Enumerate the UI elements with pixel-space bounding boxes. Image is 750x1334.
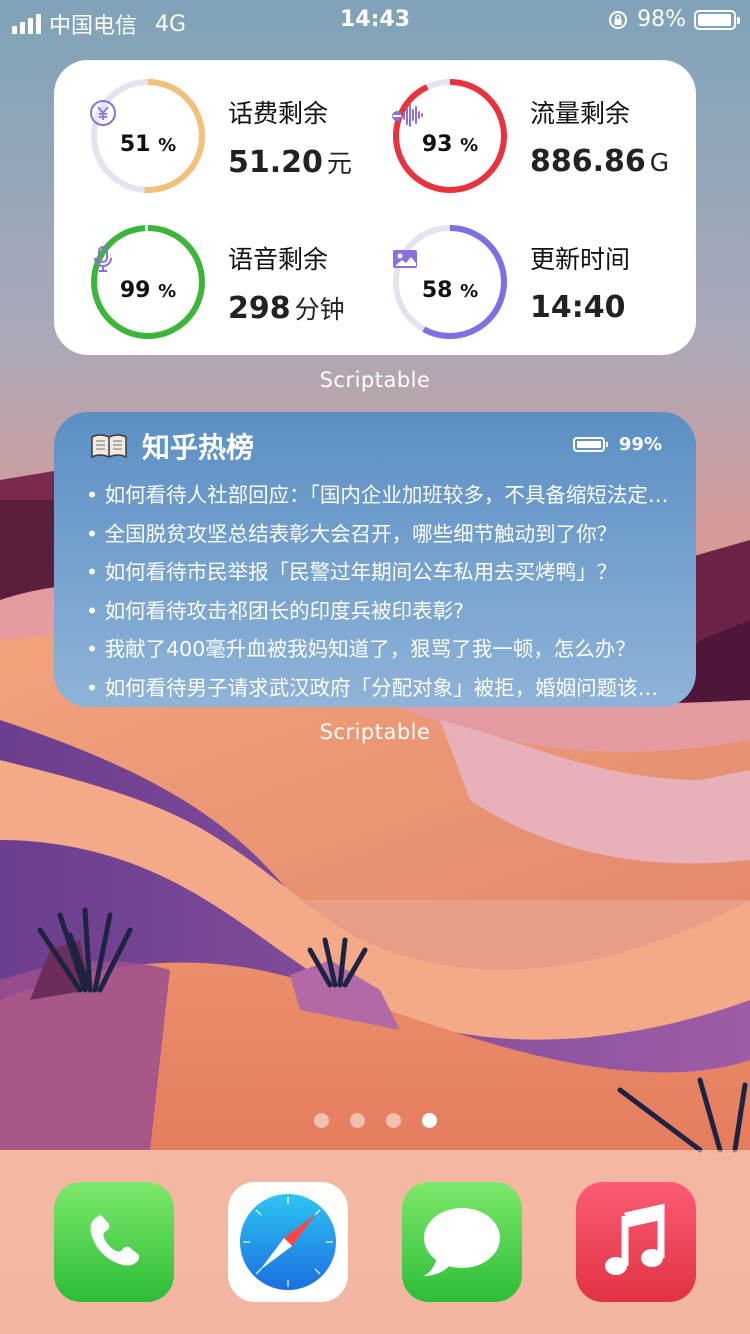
- voice-label: 语音剩余: [228, 245, 329, 274]
- balance-cell: 51 % 话费剩余 51.20 元: [88, 76, 388, 206]
- battery-percent: 98%: [637, 7, 686, 32]
- zhihu-hot-list-widget[interactable]: 知乎热榜 99% • 如何看待人社部回应：「国内企业加班较多，不具备缩短法定工作…: [54, 412, 696, 707]
- voice-value: 298: [228, 291, 291, 326]
- balance-label: 话费剩余: [228, 99, 329, 128]
- voice-percent: 99: [119, 278, 151, 303]
- music-note-icon: [605, 1203, 665, 1275]
- battery-icon: [694, 9, 740, 30]
- hot-list-item[interactable]: • 如何看待攻击祁团长的印度兵被印表彰?: [86, 592, 676, 631]
- page-indicator[interactable]: [0, 1113, 750, 1128]
- hot-list-item[interactable]: • 我献了400毫升血被我妈知道了，狠骂了我一顿，怎么办？: [86, 630, 676, 669]
- data-traffic-ring: 93 %: [390, 76, 510, 196]
- waveform-icon: [392, 103, 423, 127]
- status-bar: 中国电信 4G 14:43 98%: [0, 0, 750, 40]
- phone-app[interactable]: [54, 1182, 174, 1302]
- speech-bubble-icon: [423, 1208, 500, 1276]
- update-percent-sign: %: [460, 281, 479, 302]
- yen-icon: [90, 100, 116, 126]
- zhihu-title: 知乎热榜: [142, 431, 255, 464]
- hot-list-item[interactable]: • 如何看待人社部回应：「国内企业加班较多，不具备缩短法定工作时间的条件」？: [86, 476, 676, 515]
- phone-icon: [90, 1215, 139, 1266]
- zhihu-widget-caption: Scriptable: [319, 720, 431, 744]
- page-dot[interactable]: [385, 1113, 401, 1128]
- book-icon: [91, 434, 127, 459]
- compass-icon: [240, 1194, 336, 1290]
- balance-ring: 51 %: [88, 76, 208, 196]
- update-percent: 58: [421, 278, 453, 303]
- messages-app[interactable]: [402, 1182, 522, 1302]
- page-dot[interactable]: [349, 1113, 365, 1128]
- update-time-cell: 58 % 更新时间 14:40: [390, 222, 690, 352]
- hot-list-item[interactable]: • 全国脱贫攻坚总结表彰大会召开，哪些细节触动到了你？: [86, 515, 676, 554]
- voice-cell: 99 % 语音剩余 298 分钟: [88, 222, 388, 352]
- data-traffic-cell: 93 % 流量剩余 886.86 G: [390, 76, 690, 206]
- update-time-label: 更新时间: [530, 245, 631, 274]
- balance-value: 51.20: [228, 145, 323, 180]
- hot-list: • 如何看待人社部回应：「国内企业加班较多，不具备缩短法定工作时间的条件」？ •…: [86, 476, 676, 707]
- carrier-data-widget[interactable]: 51 % 话费剩余 51.20 元 93 % 流量剩余 886.86 G 99 …: [54, 60, 696, 355]
- orientation-lock-icon: [609, 10, 628, 29]
- microphone-icon: [94, 246, 112, 272]
- safari-app[interactable]: [228, 1182, 348, 1302]
- hot-list-item[interactable]: • 如何看待男子请求武汉政府「分配对象」被拒，婚姻问题该由政府解决吗？: [86, 669, 676, 708]
- battery-icon: [572, 437, 608, 452]
- zhihu-battery-percent: 99%: [618, 434, 662, 455]
- voice-percent-sign: %: [158, 281, 177, 302]
- data-traffic-value: 886.86: [530, 144, 646, 179]
- data-traffic-percent: 93: [421, 132, 453, 157]
- balance-percent: 51: [119, 132, 151, 157]
- page-dot[interactable]: [313, 1113, 329, 1128]
- update-time-value: 14:40: [530, 290, 626, 325]
- voice-unit: 分钟: [294, 295, 345, 324]
- update-ring: 58 %: [390, 222, 510, 342]
- balance-unit: 元: [326, 149, 352, 178]
- music-app[interactable]: [576, 1182, 696, 1302]
- data-traffic-percent-sign: %: [460, 135, 479, 156]
- page-dot-active[interactable]: [421, 1113, 437, 1128]
- voice-ring: 99 %: [88, 222, 208, 342]
- data-traffic-unit: G: [649, 148, 670, 177]
- balance-percent-sign: %: [158, 135, 177, 156]
- image-icon: [393, 250, 417, 268]
- data-widget-caption: Scriptable: [319, 368, 431, 392]
- hot-list-item[interactable]: • 如何看待市民举报「民警过年期间公车私用去买烤鸭」？: [86, 553, 676, 592]
- data-traffic-label: 流量剩余: [530, 99, 631, 128]
